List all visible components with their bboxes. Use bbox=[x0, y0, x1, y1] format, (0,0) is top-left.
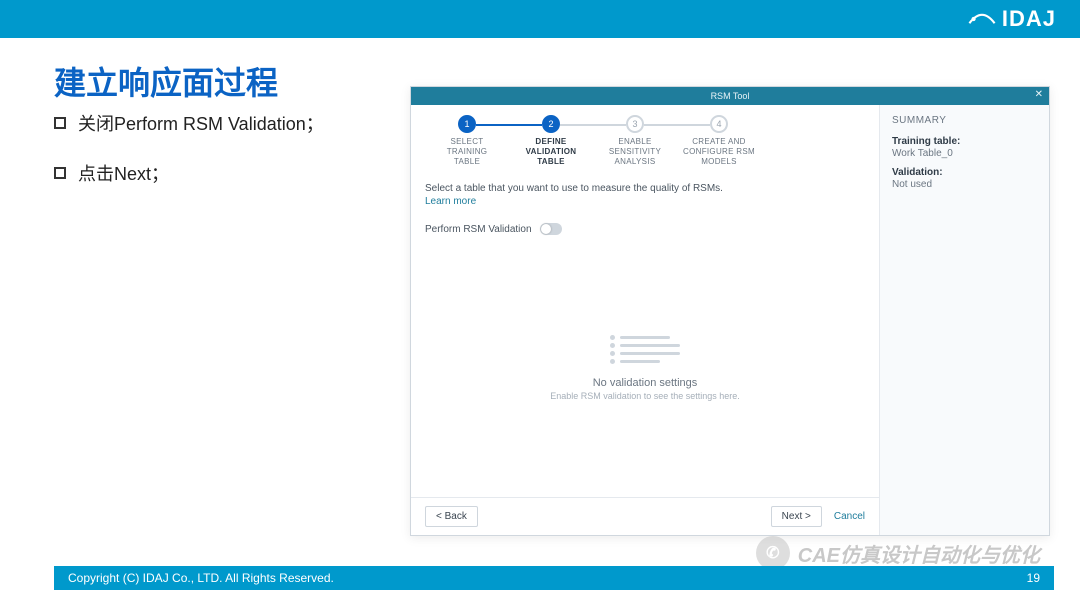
empty-title: No validation settings bbox=[593, 377, 698, 389]
window-title: RSM Tool bbox=[711, 91, 750, 101]
copyright-text: Copyright (C) IDAJ Co., LTD. All Rights … bbox=[68, 571, 334, 585]
summary-heading: SUMMARY bbox=[892, 115, 1037, 126]
rsm-tool-window: RSM Tool ✕ 1 SELECT TRAINING TABLE 2 DEF… bbox=[410, 86, 1050, 536]
square-bullet-icon bbox=[54, 167, 66, 179]
summary-panel: SUMMARY Training table: Work Table_0 Val… bbox=[879, 105, 1049, 535]
brand-text: IDAJ bbox=[1002, 6, 1056, 32]
step-number-icon: 1 bbox=[458, 115, 476, 133]
step-number-icon: 4 bbox=[710, 115, 728, 133]
empty-state: No validation settings Enable RSM valida… bbox=[425, 235, 865, 497]
summary-validation-label: Validation: bbox=[892, 167, 1037, 178]
brand-logo: IDAJ bbox=[968, 6, 1056, 32]
wechat-icon: ✆ bbox=[756, 536, 790, 570]
watermark: ✆ CAE仿真设计自动化与优化 bbox=[756, 536, 1040, 570]
step-1[interactable]: 1 SELECT TRAINING TABLE bbox=[425, 115, 509, 167]
step-number-icon: 3 bbox=[626, 115, 644, 133]
bullet-list: 关闭Perform RSM Validation； 点击Next； bbox=[54, 110, 324, 210]
step-label: CREATE AND CONFIGURE RSM MODELS bbox=[677, 137, 761, 167]
toggle-label: Perform RSM Validation bbox=[425, 224, 532, 235]
instruction-text: Select a table that you want to use to m… bbox=[425, 183, 865, 194]
bullet-item: 点击Next； bbox=[54, 160, 324, 186]
toggle-knob-icon bbox=[541, 224, 551, 234]
slide-title: 建立响应面过程 bbox=[54, 58, 278, 104]
summary-training-value: Work Table_0 bbox=[892, 148, 1037, 159]
logo-swoosh-icon bbox=[968, 9, 996, 29]
footer-bar: Copyright (C) IDAJ Co., LTD. All Rights … bbox=[54, 566, 1054, 590]
cancel-link[interactable]: Cancel bbox=[834, 511, 865, 522]
bullet-item: 关闭Perform RSM Validation； bbox=[54, 110, 324, 136]
summary-training-label: Training table: bbox=[892, 136, 1037, 147]
close-icon[interactable]: ✕ bbox=[1035, 89, 1043, 100]
summary-validation-value: Not used bbox=[892, 179, 1037, 190]
rsm-validation-toggle[interactable] bbox=[540, 223, 562, 235]
window-titlebar: RSM Tool ✕ bbox=[411, 87, 1049, 105]
page-number: 19 bbox=[1027, 571, 1040, 585]
wizard-button-bar: < Back Next > Cancel bbox=[411, 497, 879, 535]
learn-more-link[interactable]: Learn more bbox=[425, 196, 865, 207]
square-bullet-icon bbox=[54, 117, 66, 129]
back-button[interactable]: < Back bbox=[425, 506, 478, 527]
step-number-icon: 2 bbox=[542, 115, 560, 133]
next-button[interactable]: Next > bbox=[771, 506, 822, 527]
empty-lines-icon bbox=[610, 332, 680, 367]
step-label: ENABLE SENSITIVITY ANALYSIS bbox=[593, 137, 677, 167]
step-2[interactable]: 2 DEFINE VALIDATION TABLE bbox=[509, 115, 593, 167]
brand-bar: IDAJ bbox=[0, 0, 1080, 38]
step-label: DEFINE VALIDATION TABLE bbox=[509, 137, 593, 167]
step-label: SELECT TRAINING TABLE bbox=[425, 137, 509, 167]
wizard-stepper: 1 SELECT TRAINING TABLE 2 DEFINE VALIDAT… bbox=[425, 115, 865, 167]
step-4[interactable]: 4 CREATE AND CONFIGURE RSM MODELS bbox=[677, 115, 761, 167]
watermark-text: CAE仿真设计自动化与优化 bbox=[798, 539, 1040, 568]
wizard-main: 1 SELECT TRAINING TABLE 2 DEFINE VALIDAT… bbox=[411, 105, 879, 535]
step-3[interactable]: 3 ENABLE SENSITIVITY ANALYSIS bbox=[593, 115, 677, 167]
empty-subtitle: Enable RSM validation to see the setting… bbox=[550, 391, 740, 401]
